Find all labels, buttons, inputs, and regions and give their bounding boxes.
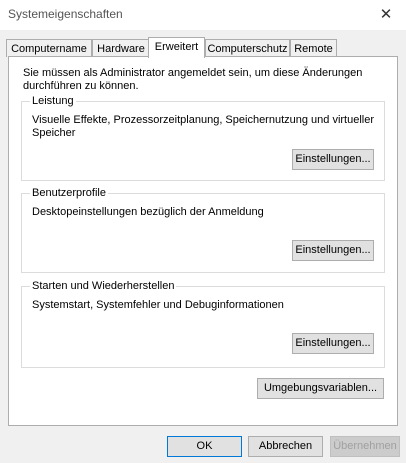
- user-profiles-group-title: Benutzerprofile: [30, 186, 108, 200]
- startup-recovery-description: Systemstart, Systemfehler und Debuginfor…: [32, 299, 284, 311]
- tab-remote[interactable]: Remote: [290, 39, 337, 57]
- tab-panel-erweitert: Sie müssen als Administrator angemeldet …: [8, 56, 398, 426]
- startup-recovery-group: Starten und Wiederherstellen Systemstart…: [21, 279, 385, 368]
- tab-hardware[interactable]: Hardware: [92, 39, 150, 57]
- window-title: Systemeigenschaften: [8, 7, 123, 21]
- ok-button[interactable]: OK: [167, 436, 242, 457]
- performance-settings-button[interactable]: Einstellungen...: [292, 149, 374, 170]
- tab-computerschutz[interactable]: Computerschutz: [205, 39, 290, 57]
- user-profiles-settings-button[interactable]: Einstellungen...: [292, 240, 374, 261]
- user-profiles-group: Benutzerprofile Desktopeinstellungen bez…: [21, 186, 385, 273]
- performance-group-title: Leistung: [30, 94, 76, 108]
- title-bar: Systemeigenschaften ✕: [0, 0, 406, 30]
- startup-recovery-settings-button[interactable]: Einstellungen...: [292, 333, 374, 354]
- cancel-button[interactable]: Abbrechen: [248, 436, 323, 457]
- close-icon[interactable]: ✕: [366, 0, 406, 30]
- user-profiles-description: Desktopeinstellungen bezüglich der Anmel…: [32, 206, 264, 218]
- performance-description: Visuelle Effekte, Prozessorzeitplanung, …: [32, 114, 375, 139]
- startup-recovery-group-title: Starten und Wiederherstellen: [30, 279, 177, 293]
- performance-group: Leistung Visuelle Effekte, Prozessorzeit…: [21, 94, 385, 181]
- tab-computername[interactable]: Computername: [6, 39, 92, 57]
- admin-notice: Sie müssen als Administrator angemeldet …: [23, 67, 363, 92]
- tab-erweitert[interactable]: Erweitert: [148, 37, 205, 58]
- environment-variables-button[interactable]: Umgebungsvariablen...: [257, 378, 384, 399]
- apply-button[interactable]: Übernehmen: [330, 436, 400, 457]
